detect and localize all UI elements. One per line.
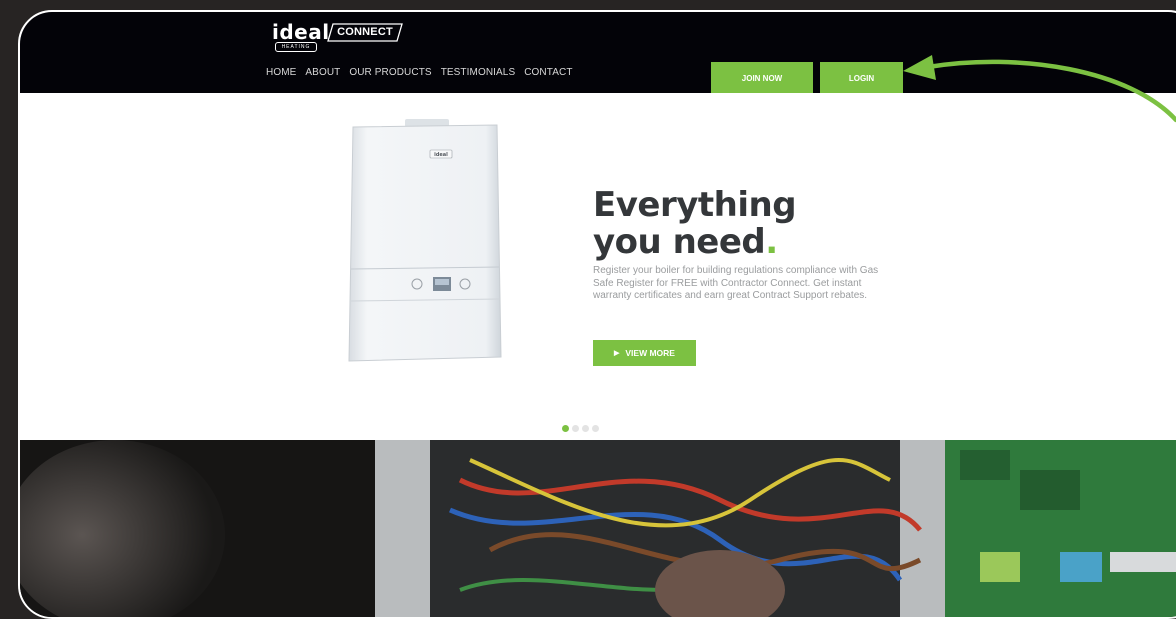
- slider-dot-3[interactable]: [582, 425, 589, 432]
- nav-home[interactable]: HOME: [266, 67, 296, 78]
- logo-brand: ideal: [272, 20, 330, 44]
- slider-dot-2[interactable]: [572, 425, 579, 432]
- nav-contact[interactable]: CONTACT: [524, 67, 572, 78]
- browser-frame: ideal HEATING CONNECT HOME ABOUT OUR PRODU…: [18, 10, 1176, 619]
- nav-our-products[interactable]: OUR PRODUCTS: [349, 67, 431, 78]
- login-button[interactable]: LOGIN: [820, 62, 903, 94]
- slider-dot-1[interactable]: [562, 425, 569, 432]
- boiler-product-image: ideal: [348, 119, 502, 362]
- wiring-photo: [20, 440, 1176, 617]
- wiring-photo-image: [20, 440, 1176, 617]
- join-now-button[interactable]: JOIN NOW: [711, 62, 813, 94]
- hero-headline: Everything you need.: [593, 185, 797, 262]
- main-navigation: HOME ABOUT OUR PRODUCTS TESTIMONIALS CONTACT: [266, 67, 573, 78]
- view-more-button[interactable]: ▶ VIEW MORE: [593, 340, 696, 366]
- site-header: ideal HEATING CONNECT HOME ABOUT OUR PRODU…: [20, 12, 1176, 94]
- boiler-brand-badge: ideal: [434, 152, 448, 158]
- nav-testimonials[interactable]: TESTIMONIALS: [441, 67, 516, 78]
- play-triangle-icon: ▶: [614, 350, 620, 357]
- nav-about[interactable]: ABOUT: [305, 67, 340, 78]
- logo-product: CONNECT: [337, 26, 393, 38]
- view-more-label: VIEW MORE: [625, 348, 675, 358]
- headline-accent-dot: .: [765, 222, 778, 262]
- headline-line-2: you need: [593, 222, 766, 262]
- slider-pagination: [562, 425, 599, 432]
- slider-dot-4[interactable]: [592, 425, 599, 432]
- logo-subbrand: HEATING: [275, 42, 317, 52]
- logo-connect-badge: CONNECT: [327, 23, 403, 42]
- headline-line-1: Everything: [593, 185, 797, 225]
- hero-description: Register your boiler for building regula…: [593, 265, 879, 301]
- hero-slider: ideal Everything you need. Register your…: [20, 93, 1176, 440]
